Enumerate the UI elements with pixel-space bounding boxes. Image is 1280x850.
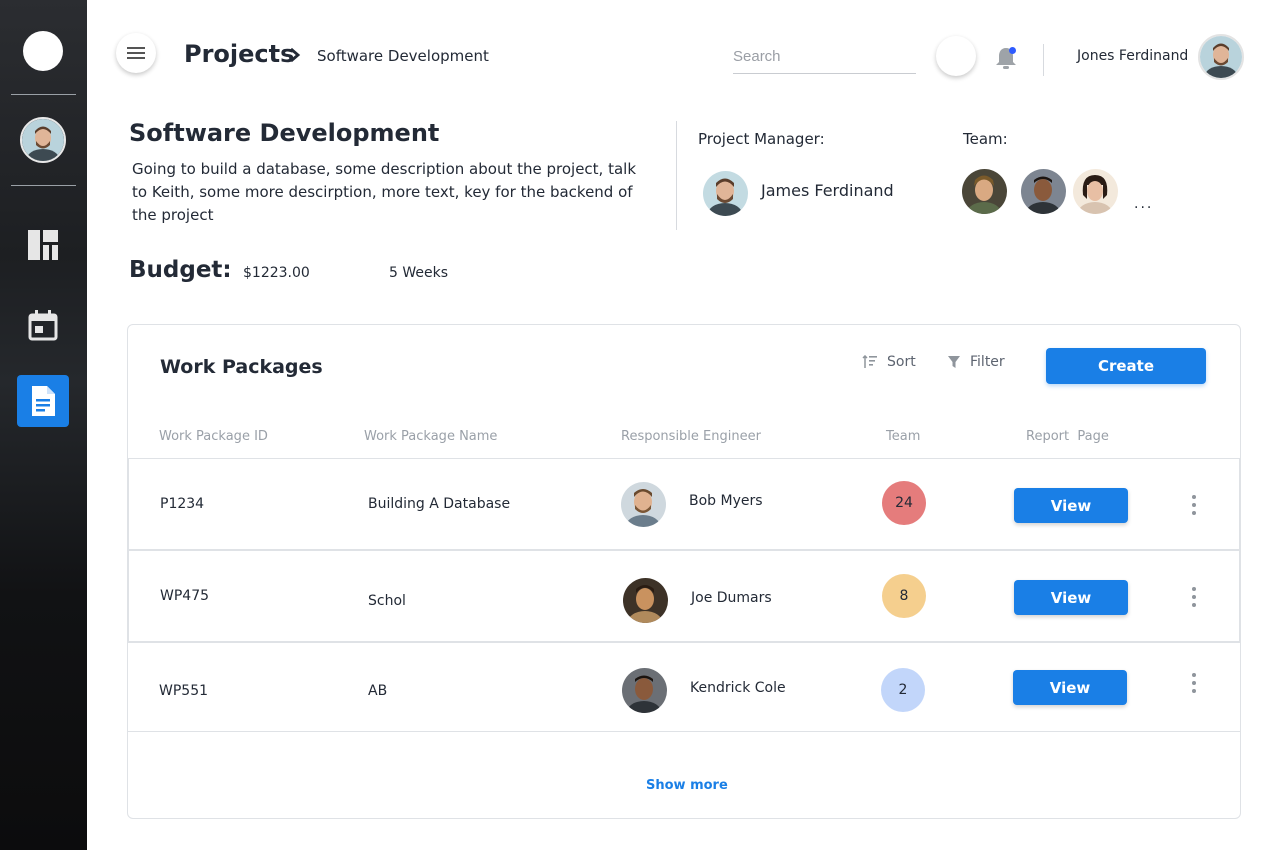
engineer-avatar[interactable]: [621, 482, 666, 527]
chevron-right-icon: [290, 47, 301, 63]
user-avatar[interactable]: [1198, 34, 1244, 80]
column-header-name[interactable]: Work Package Name: [364, 429, 497, 444]
sidebar: [0, 0, 87, 850]
engineer-avatar[interactable]: [622, 668, 667, 713]
team-member-avatar[interactable]: [962, 169, 1007, 214]
create-button[interactable]: Create: [1046, 348, 1206, 384]
calendar-icon: [28, 310, 58, 341]
show-more-link[interactable]: Show more: [646, 778, 728, 793]
breadcrumb-current: Software Development: [317, 47, 489, 65]
team-count-badge[interactable]: 8: [882, 574, 926, 618]
more-options-icon[interactable]: [1189, 495, 1199, 515]
sidebar-divider: [11, 185, 76, 186]
work-package-name: Building A Database: [368, 496, 511, 512]
engineer-name: Bob Myers: [689, 493, 763, 509]
budget-value: $1223.00: [243, 265, 310, 281]
column-header-engineer[interactable]: Responsible Engineer: [621, 429, 761, 444]
project-duration: 5 Weeks: [389, 265, 449, 281]
column-header-id[interactable]: Work Package ID: [159, 429, 268, 444]
work-packages-title: Work Packages: [160, 356, 323, 378]
table-row: P1234 Building A Database Bob Myers 24 V…: [128, 458, 1240, 550]
work-package-id: P1234: [160, 496, 205, 512]
column-header-team[interactable]: Team: [886, 429, 920, 444]
column-header-report-page[interactable]: Report Page: [1026, 429, 1109, 444]
project-manager-avatar[interactable]: [703, 171, 748, 216]
team-member-avatar[interactable]: [1073, 169, 1118, 214]
view-button[interactable]: View: [1013, 670, 1127, 705]
project-description: Going to build a database, some descript…: [132, 160, 637, 224]
sort-label: Sort: [887, 354, 916, 370]
project-manager-label: Project Manager:: [698, 130, 825, 148]
work-package-id: WP475: [160, 588, 210, 604]
engineer-name: Kendrick Cole: [690, 680, 786, 696]
team-label: Team:: [963, 130, 1008, 148]
user-name[interactable]: Jones Ferdinand: [1077, 48, 1188, 64]
sort-icon: [862, 355, 877, 368]
sidebar-avatar[interactable]: [20, 117, 66, 163]
work-package-id: WP551: [159, 683, 209, 699]
view-button[interactable]: View: [1014, 488, 1128, 523]
more-options-icon[interactable]: [1189, 587, 1199, 607]
work-packages-card: Work Packages Sort Filter Create Work Pa…: [127, 324, 1241, 819]
team-count-badge[interactable]: 2: [881, 668, 925, 712]
team-count-badge[interactable]: 24: [882, 481, 926, 525]
sidebar-item-calendar[interactable]: [17, 299, 69, 351]
hamburger-icon: [127, 47, 145, 59]
sidebar-item-dashboard[interactable]: [17, 219, 69, 271]
filter-button[interactable]: Filter: [947, 354, 1005, 370]
sidebar-divider: [11, 94, 76, 95]
dashboard-icon: [28, 230, 58, 260]
project-manager-name: James Ferdinand: [761, 181, 894, 200]
sort-button[interactable]: Sort: [862, 354, 916, 370]
engineer-avatar[interactable]: [623, 578, 668, 623]
header-divider: [1043, 44, 1044, 76]
search-input[interactable]: [733, 40, 916, 74]
team-more[interactable]: ...: [1134, 196, 1153, 212]
menu-button[interactable]: [116, 33, 156, 73]
table-row: WP475 Schol Joe Dumars 8 View: [128, 550, 1240, 642]
team-member-avatar[interactable]: [1021, 169, 1066, 214]
engineer-name: Joe Dumars: [691, 590, 772, 606]
document-icon: [32, 386, 55, 416]
table-row: WP551 AB Kendrick Cole 2 View: [128, 642, 1240, 732]
view-button[interactable]: View: [1014, 580, 1128, 615]
project-title: Software Development: [129, 119, 440, 147]
sidebar-item-documents[interactable]: [17, 375, 69, 427]
budget-label: Budget:: [129, 257, 232, 283]
work-package-name: AB: [368, 683, 388, 699]
app-logo[interactable]: [23, 31, 63, 71]
work-package-name: Schol: [368, 593, 406, 609]
more-options-icon[interactable]: [1189, 673, 1199, 693]
filter-label: Filter: [970, 354, 1005, 370]
breadcrumb-root[interactable]: Projects: [184, 40, 294, 68]
info-divider: [676, 121, 677, 230]
header-circle-button[interactable]: [936, 36, 976, 76]
filter-icon: [948, 356, 960, 368]
notification-dot: [1009, 47, 1016, 54]
